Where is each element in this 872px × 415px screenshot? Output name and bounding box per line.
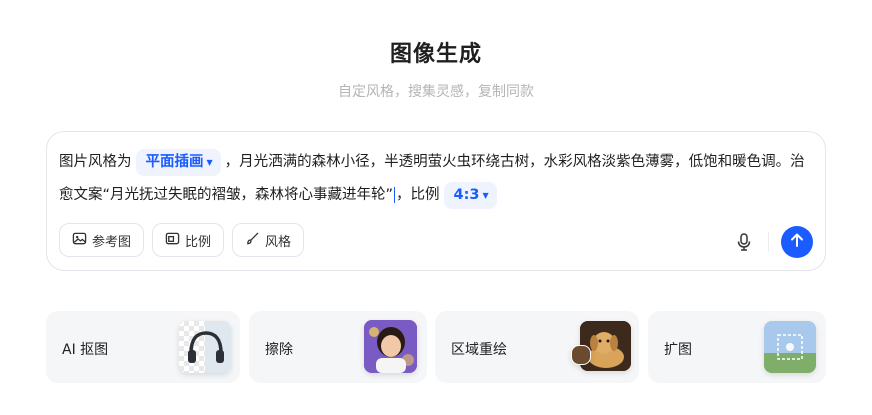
card-label: AI 抠图: [62, 342, 109, 358]
inpaint-card[interactable]: 区域重绘: [435, 311, 639, 383]
page-title: 图像生成: [389, 42, 482, 67]
reference-image-label: 参考图: [92, 234, 132, 250]
reference-image-button[interactable]: 参考图: [59, 223, 145, 257]
ratio-label: 比例: [185, 234, 212, 250]
chevron-down-icon: ▼: [482, 190, 489, 200]
prompt-text[interactable]: 图片风格为 平面插画 ▼ ，月光洒满的森林小径，半透明萤火虫环绕古树，水彩风格淡紫色薄…: [59, 146, 819, 212]
headphones-thumbnail: [179, 321, 231, 373]
toolbar-divider: [768, 232, 769, 252]
style-button[interactable]: 风格: [232, 223, 305, 257]
dog-small-thumbnail: [571, 345, 591, 365]
ratio-chip-label: 4:3: [453, 186, 480, 203]
prompt-prefix: 图片风格为: [59, 154, 132, 170]
erase-card[interactable]: 擦除: [249, 311, 427, 383]
composer-toolbar: 参考图 比例 风格: [59, 223, 305, 257]
cutout-card[interactable]: AI 抠图: [46, 311, 240, 383]
card-label: 区域重绘: [451, 342, 507, 358]
ratio-button[interactable]: 比例: [152, 223, 225, 257]
style-chip[interactable]: 平面插画 ▼: [135, 148, 221, 176]
arrow-up-icon: [789, 232, 805, 252]
outpaint-card[interactable]: 扩图: [648, 311, 826, 383]
tool-cards: AI 抠图 擦除 区域重绘 扩图: [0, 311, 872, 383]
aspect-ratio-icon: [165, 231, 180, 250]
brush-icon: [245, 231, 260, 250]
landscape-thumbnail: [764, 321, 816, 373]
chevron-down-icon: ▼: [206, 157, 213, 167]
ratio-chip[interactable]: 4:3 ▼: [443, 181, 497, 209]
prompt-composer[interactable]: 图片风格为 平面插画 ▼ ，月光洒满的森林小径，半透明萤火虫环绕古树，水彩风格淡紫色薄…: [46, 131, 826, 271]
send-button[interactable]: [781, 226, 813, 258]
girl-portrait-thumbnail: [364, 320, 417, 373]
page-subtitle: 自定风格，搜集灵感，复制同款: [338, 84, 534, 100]
style-label: 风格: [265, 234, 292, 250]
ratio-prefix: ，比例: [396, 187, 440, 203]
card-label: 扩图: [664, 342, 692, 358]
style-chip-label: 平面插画: [145, 153, 204, 170]
image-generation-page: 图像生成 自定风格，搜集灵感，复制同款 图片风格为 平面插画 ▼ ，月光洒满的森林小径…: [0, 0, 872, 415]
card-label: 擦除: [265, 342, 293, 358]
image-icon: [72, 231, 87, 250]
text-cursor: [394, 187, 396, 203]
microphone-icon[interactable]: [733, 231, 755, 253]
